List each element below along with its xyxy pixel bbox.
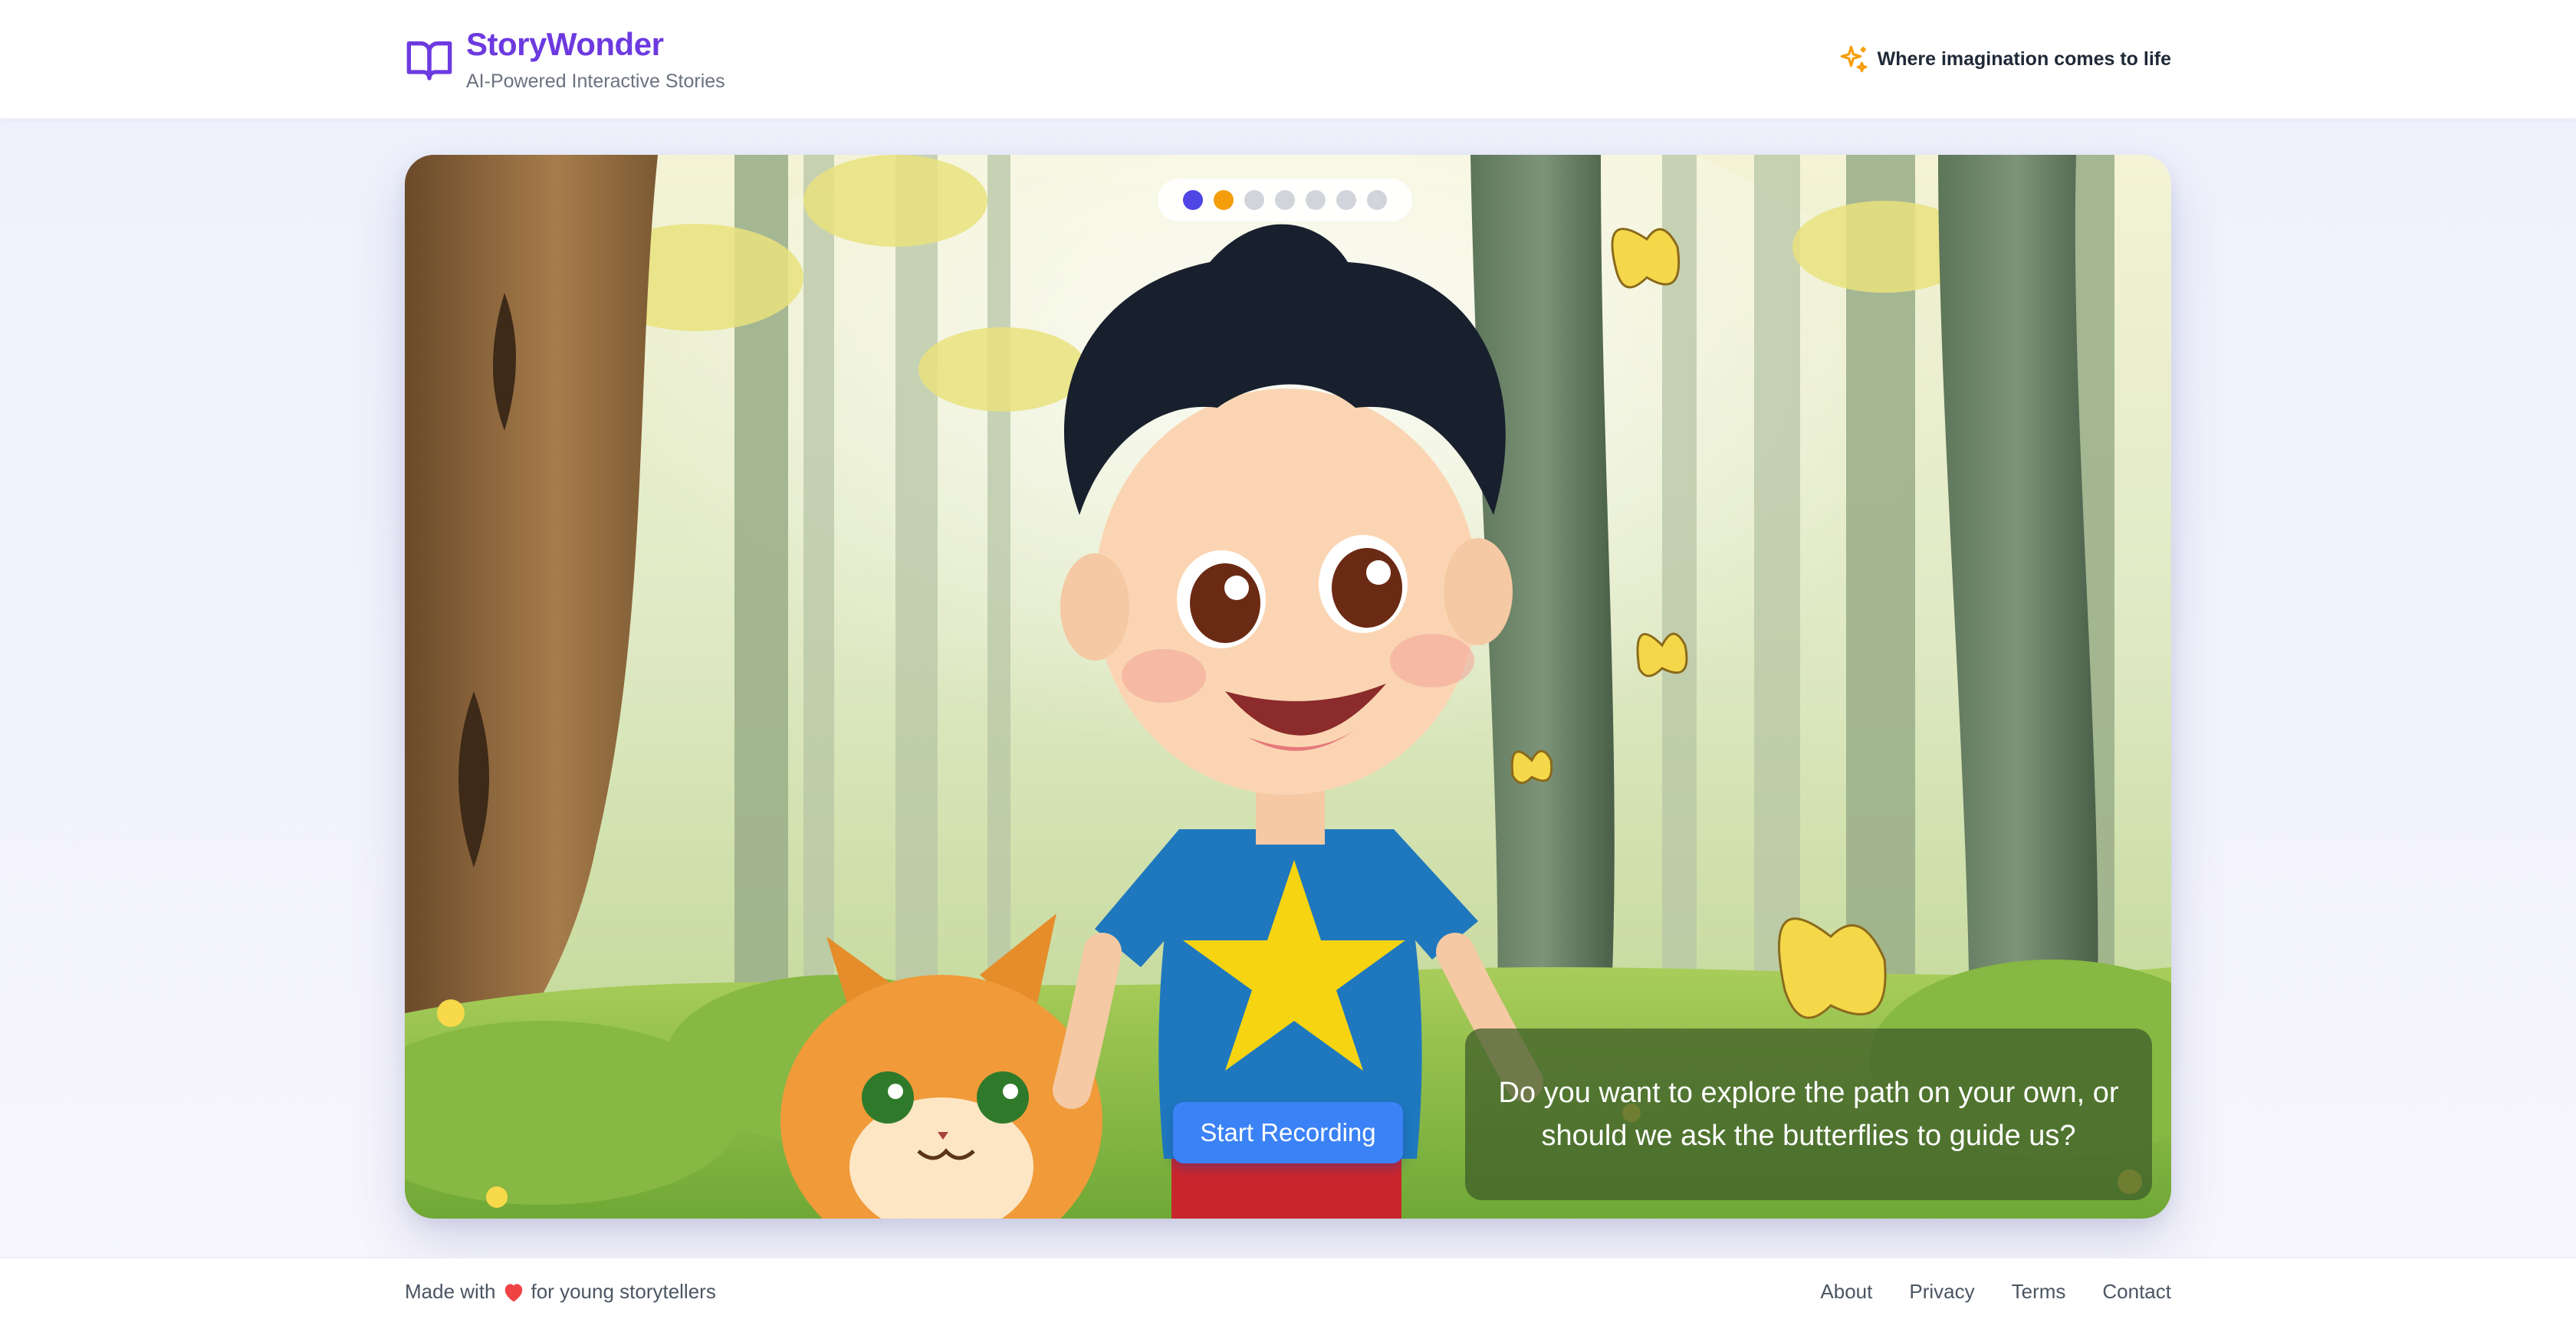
made-with-prefix: Made with xyxy=(405,1280,496,1303)
footer-link-contact[interactable]: Contact xyxy=(2102,1280,2171,1304)
story-prompt: Do you want to explore the path on your … xyxy=(1465,1029,2152,1200)
footer-link-privacy[interactable]: Privacy xyxy=(1909,1280,1974,1304)
start-recording-button[interactable]: Start Recording xyxy=(1173,1102,1403,1163)
footer-link-terms[interactable]: Terms xyxy=(2012,1280,2066,1304)
sparkles-icon xyxy=(1840,45,1867,73)
progress-dot[interactable] xyxy=(1275,190,1295,210)
progress-dots xyxy=(1158,179,1412,221)
app-footer: Made with for young storytellers About P… xyxy=(0,1257,2576,1332)
header-tagline: Where imagination comes to life xyxy=(1838,43,2171,75)
tagline-text: Where imagination comes to life xyxy=(1877,48,2171,70)
progress-dot[interactable] xyxy=(1214,190,1234,210)
progress-dot[interactable] xyxy=(1336,190,1356,210)
brand-name[interactable]: StoryWonder xyxy=(466,26,664,63)
progress-dot[interactable] xyxy=(1183,190,1203,210)
story-stage: Start Recording Do you want to explore t… xyxy=(405,155,2171,1219)
story-prompt-text: Do you want to explore the path on your … xyxy=(1498,1077,2119,1152)
brand-tagline: AI-Powered Interactive Stories xyxy=(466,71,725,92)
book-open-icon xyxy=(406,41,452,80)
made-with-text: Made with for young storytellers xyxy=(405,1280,716,1304)
footer-links: About Privacy Terms Contact xyxy=(1820,1280,2171,1304)
app-header: StoryWonder AI-Powered Interactive Stori… xyxy=(0,0,2576,120)
progress-dot[interactable] xyxy=(1244,190,1264,210)
footer-link-about[interactable]: About xyxy=(1820,1280,1872,1304)
heart-icon xyxy=(504,1283,522,1301)
progress-dot[interactable] xyxy=(1367,190,1387,210)
progress-dot[interactable] xyxy=(1306,190,1326,210)
made-with-suffix: for young storytellers xyxy=(531,1280,716,1303)
